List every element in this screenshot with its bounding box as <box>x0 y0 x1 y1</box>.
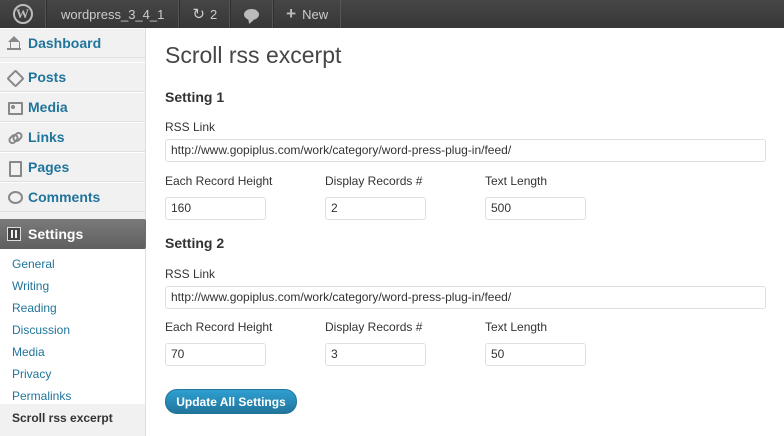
text-length-label: Text Length <box>485 320 548 334</box>
sidebar-item-label: Media <box>28 99 68 115</box>
submenu-media[interactable]: Media <box>12 345 45 359</box>
record-height-input-1[interactable]: 160 <box>165 197 266 220</box>
comments-icon <box>7 190 23 204</box>
submenu-permalinks[interactable]: Permalinks <box>12 389 71 403</box>
refresh-icon: ↻ <box>192 6 205 23</box>
sidebar-item-label: Pages <box>28 159 70 175</box>
pages-icon <box>7 160 22 177</box>
sidebar-item-pages[interactable]: Pages <box>0 152 145 182</box>
record-height-label: Each Record Height <box>165 174 273 188</box>
setting-2-heading: Setting 2 <box>165 235 225 251</box>
posts-icon <box>7 70 21 84</box>
new-content-button[interactable]: + New <box>273 0 342 28</box>
submenu-scroll-rss-excerpt[interactable]: Scroll rss excerpt <box>12 411 113 425</box>
setting-1-heading: Setting 1 <box>165 89 225 105</box>
text-length-label: Text Length <box>485 174 548 188</box>
sidebar-item-posts[interactable]: Posts <box>0 62 145 92</box>
main-content: Scroll rss excerpt Setting 1 RSS Link ht… <box>146 28 784 436</box>
updates-count: 2 <box>209 6 218 22</box>
submenu-privacy[interactable]: Privacy <box>12 367 51 381</box>
wordpress-icon: W <box>12 4 33 24</box>
submenu-reading[interactable]: Reading <box>12 301 57 315</box>
submenu-writing[interactable]: Writing <box>12 279 49 293</box>
wordpress-logo-button[interactable]: W <box>0 0 46 28</box>
sidebar-item-media[interactable]: Media <box>0 92 145 122</box>
page-title: Scroll rss excerpt <box>165 42 342 68</box>
display-records-label: Display Records # <box>325 174 423 188</box>
submenu-discussion[interactable]: Discussion <box>12 323 70 337</box>
admin-bar: W wordpress_3_4_1 ↻ 2 + New <box>0 0 784 28</box>
plus-icon: + <box>286 4 297 23</box>
rss-link-input-2[interactable]: http://www.gopiplus.com/work/category/wo… <box>165 286 766 309</box>
media-icon <box>7 100 23 115</box>
settings-submenu: General Writing Reading Discussion Media… <box>0 249 145 425</box>
admin-sidebar: Dashboard Posts Media Links Pages Commen… <box>0 28 153 436</box>
sidebar-item-label: Settings <box>28 226 84 242</box>
sidebar-item-dashboard[interactable]: Dashboard <box>0 28 145 58</box>
settings-icon <box>7 227 21 241</box>
comment-bubble-icon <box>244 8 260 20</box>
record-height-input-2[interactable]: 70 <box>165 343 266 366</box>
rss-link-label: RSS Link <box>165 120 216 134</box>
sidebar-item-label: Comments <box>28 189 101 205</box>
new-label: New <box>302 6 329 22</box>
sidebar-item-links[interactable]: Links <box>0 122 145 152</box>
submenu-general[interactable]: General <box>12 257 55 271</box>
sidebar-item-comments[interactable]: Comments <box>0 182 145 212</box>
update-all-settings-button[interactable]: Update All Settings <box>165 389 297 414</box>
rss-link-input-1[interactable]: http://www.gopiplus.com/work/category/wo… <box>165 139 766 162</box>
site-name-link[interactable]: wordpress_3_4_1 <box>46 0 180 28</box>
sidebar-item-label: Dashboard <box>28 35 102 51</box>
updates-button[interactable]: ↻ 2 <box>179 0 231 28</box>
sidebar-item-label: Links <box>28 129 65 145</box>
links-icon <box>7 130 21 144</box>
text-length-input-2[interactable]: 50 <box>485 343 586 366</box>
sidebar-item-label: Posts <box>28 69 67 85</box>
display-records-label: Display Records # <box>325 320 423 334</box>
dashboard-icon <box>7 36 21 50</box>
comments-button[interactable] <box>230 0 274 28</box>
text-length-input-1[interactable]: 500 <box>485 197 586 220</box>
sidebar-item-settings[interactable]: Settings <box>0 219 153 249</box>
display-records-input-2[interactable]: 3 <box>325 343 426 366</box>
record-height-label: Each Record Height <box>165 320 273 334</box>
rss-link-label: RSS Link <box>165 267 216 281</box>
display-records-input-1[interactable]: 2 <box>325 197 426 220</box>
